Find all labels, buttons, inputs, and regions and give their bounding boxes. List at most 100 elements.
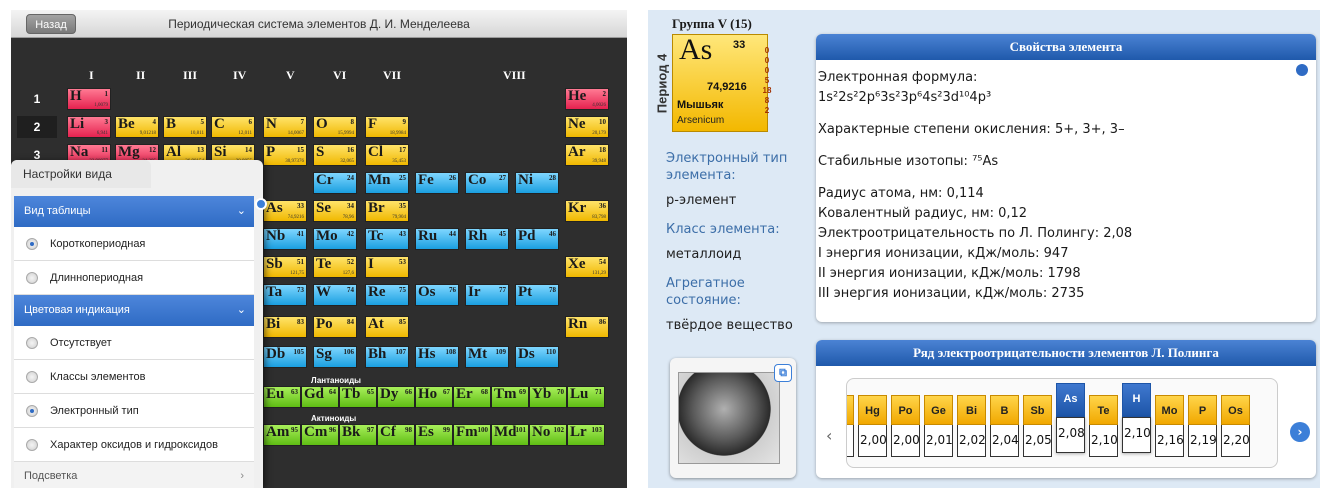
element-cell-at[interactable]: At 85: [365, 316, 409, 338]
element-cell-tc[interactable]: Tc 43: [365, 228, 409, 250]
element-cell-db[interactable]: Db 105: [263, 346, 307, 368]
element-cell-rh[interactable]: Rh 45: [465, 228, 509, 250]
element-cell-ru[interactable]: Ru 44: [415, 228, 459, 250]
element-cell-mn[interactable]: Mn 25: [365, 172, 409, 194]
electronegativity-item[interactable]: As 2,08: [1056, 383, 1085, 453]
electronegativity-item[interactable]: Ge 2,01: [924, 395, 953, 457]
option-oxides-hydroxides[interactable]: Характер оксидов и гидроксидов: [14, 428, 254, 462]
table-type-header[interactable]: Вид таблицы ⌄: [14, 196, 254, 227]
element-cell-mo[interactable]: Mo 42: [313, 228, 357, 250]
element-cell-be[interactable]: Be 4 9,01218: [115, 116, 159, 138]
element-cell-am[interactable]: Am 95: [263, 424, 301, 446]
element-cell-br[interactable]: Br 35 79,904: [365, 200, 409, 222]
element-cell-ar[interactable]: Ar 18 39,948: [565, 144, 609, 166]
option-short-period[interactable]: Короткопериодная: [14, 227, 254, 261]
element-cell-se[interactable]: Se 34 78,96: [313, 200, 357, 222]
element-cell-pd[interactable]: Pd 46: [515, 228, 559, 250]
electronegativity-item[interactable]: Bi 2,02: [957, 395, 986, 457]
element-symbol: C: [214, 116, 225, 132]
element-cell-sb[interactable]: Sb 51 121,75: [263, 256, 307, 278]
element-cell-cr[interactable]: Cr 24: [313, 172, 357, 194]
element-cell-tm[interactable]: Tm 69: [491, 386, 529, 408]
element-cell-w[interactable]: W 74: [313, 284, 357, 306]
element-cell-po[interactable]: Po 84: [313, 316, 357, 338]
element-cell-he[interactable]: He 2 4,0026: [565, 88, 609, 110]
element-cell-ds[interactable]: Ds 110: [515, 346, 559, 368]
electronegativity-item[interactable]: P 2,19: [1188, 395, 1217, 457]
element-cell-n[interactable]: N 7 14,0067: [263, 116, 307, 138]
element-cell-eu[interactable]: Eu 63: [263, 386, 301, 408]
element-number: 63: [291, 388, 298, 396]
electronegativity-strip[interactable]: 6Hg2,00Po2,00Ge2,01Bi2,02B2,04Sb2,05As2,…: [846, 378, 1278, 468]
element-cell-c[interactable]: C 6 12,011: [211, 116, 255, 138]
element-cell-ne[interactable]: Ne 10 20,179: [565, 116, 609, 138]
chevron-left-icon[interactable]: ‹: [826, 426, 832, 445]
element-cell-mt[interactable]: Mt 109: [465, 346, 509, 368]
element-cell-pt[interactable]: Pt 78: [515, 284, 559, 306]
element-photo[interactable]: [678, 372, 780, 464]
element-cell-co[interactable]: Co 27: [465, 172, 509, 194]
element-cell-no[interactable]: No 102: [529, 424, 567, 446]
element-cell-lu[interactable]: Lu 71: [567, 386, 605, 408]
properties-panel[interactable]: Свойства элемента Электронная формула: 1…: [816, 34, 1316, 322]
element-cell-bk[interactable]: Bk 97: [339, 424, 377, 446]
element-cell-hs[interactable]: Hs 108: [415, 346, 459, 368]
element-cell-cf[interactable]: Cf 98: [377, 424, 415, 446]
electronegativity-item[interactable]: Mo 2,16: [1155, 395, 1184, 457]
element-cell-er[interactable]: Er 68: [453, 386, 491, 408]
highlight-row[interactable]: Подсветка ›: [14, 462, 254, 488]
element-cell-gd[interactable]: Gd 64: [301, 386, 339, 408]
element-cell-fe[interactable]: Fe 26: [415, 172, 459, 194]
element-cell-as[interactable]: As 33 74,9216: [263, 200, 307, 222]
element-cell-ho[interactable]: Ho 67: [415, 386, 453, 408]
element-cell-p[interactable]: P 15 30,97376: [263, 144, 307, 166]
element-cell-kr[interactable]: Kr 36 83,798: [565, 200, 609, 222]
element-cell-xe[interactable]: Xe 54 131,29: [565, 256, 609, 278]
electronegativity-item[interactable]: Te 2,10: [1089, 395, 1118, 457]
expand-icon[interactable]: ⧉: [774, 364, 792, 382]
element-cell-h[interactable]: H 1 1,0079: [67, 88, 111, 110]
element-cell-f[interactable]: F 9 18,9984: [365, 116, 409, 138]
element-cell-te[interactable]: Te 52 127,6: [313, 256, 357, 278]
element-cell-nb[interactable]: Nb 41: [263, 228, 307, 250]
element-cell-bh[interactable]: Bh 107: [365, 346, 409, 368]
option-none[interactable]: Отсутствует: [14, 326, 254, 360]
element-cell-s[interactable]: S 16 32,065: [313, 144, 357, 166]
element-cell-md[interactable]: Md 101: [491, 424, 529, 446]
element-cell-os[interactable]: Os 76: [415, 284, 459, 306]
element-cell-i[interactable]: I 53: [365, 256, 409, 278]
element-cell-ir[interactable]: Ir 77: [465, 284, 509, 306]
element-symbol: Ir: [468, 284, 481, 300]
option-element-classes[interactable]: Классы элементов: [14, 360, 254, 394]
electronegativity-item[interactable]: H 2,10: [1122, 383, 1151, 453]
element-cell-dy[interactable]: Dy 66: [377, 386, 415, 408]
element-cell-rn[interactable]: Rn 86: [565, 316, 609, 338]
chevron-right-icon[interactable]: ›: [1290, 422, 1310, 442]
element-cell-tb[interactable]: Tb 65: [339, 386, 377, 408]
element-cell-bi[interactable]: Bi 83: [263, 316, 307, 338]
element-cell-li[interactable]: Li 3 6,941: [67, 116, 111, 138]
element-cell-sg[interactable]: Sg 106: [313, 346, 357, 368]
electronegativity-item[interactable]: 6: [847, 395, 854, 457]
electronegativity-item[interactable]: Os 2,20: [1221, 395, 1250, 457]
option-electron-type[interactable]: Электронный тип: [14, 394, 254, 428]
option-label: Длиннопериодная: [50, 272, 144, 284]
element-cell-yb[interactable]: Yb 70: [529, 386, 567, 408]
element-cell-fm[interactable]: Fm 100: [453, 424, 491, 446]
element-cell-o[interactable]: O 8 15,9994: [313, 116, 357, 138]
electronegativity-item[interactable]: Po 2,00: [891, 395, 920, 457]
electronegativity-item[interactable]: B 2,04: [990, 395, 1019, 457]
electronegativity-item[interactable]: Sb 2,05: [1023, 395, 1052, 457]
element-cell-cm[interactable]: Cm 96: [301, 424, 339, 446]
element-symbol: Ni: [518, 172, 533, 188]
element-cell-b[interactable]: B 5 10,811: [163, 116, 207, 138]
element-cell-es[interactable]: Es 99: [415, 424, 453, 446]
element-cell-re[interactable]: Re 75: [365, 284, 409, 306]
element-cell-ni[interactable]: Ni 28: [515, 172, 559, 194]
element-cell-cl[interactable]: Cl 17 35,453: [365, 144, 409, 166]
element-cell-ta[interactable]: Ta 73: [263, 284, 307, 306]
color-indication-header[interactable]: Цветовая индикация ⌄: [14, 295, 254, 326]
option-long-period[interactable]: Длиннопериодная: [14, 261, 254, 295]
element-cell-lr[interactable]: Lr 103: [567, 424, 605, 446]
electronegativity-item[interactable]: Hg 2,00: [858, 395, 887, 457]
